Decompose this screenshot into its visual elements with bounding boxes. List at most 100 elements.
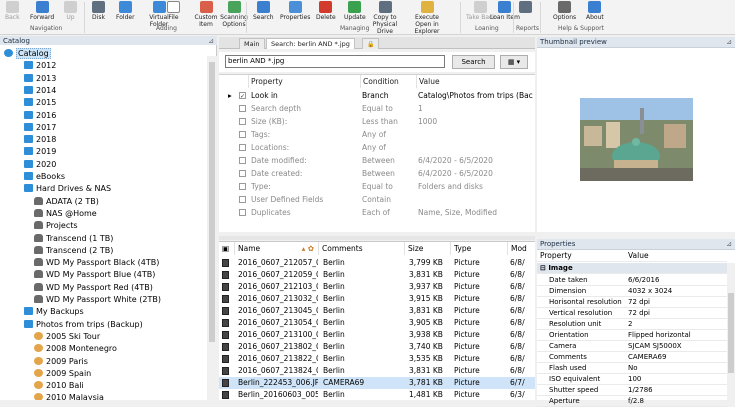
properties-scrollbar[interactable] [727,263,735,400]
property-row[interactable]: Comments CAMERA69 [537,352,727,363]
properties-scroll-thumb[interactable] [728,293,734,373]
property-row[interactable]: Resolution unit 2 [537,319,727,330]
tree-item[interactable]: 2016 [24,110,56,122]
tree-item[interactable]: My Backups [24,306,84,318]
criteria-value[interactable]: 1000 [418,115,533,128]
tree-item[interactable]: 2012 [24,60,56,72]
file-header-comments[interactable]: Comments [319,242,405,255]
table-row[interactable]: 2016_0607_212057_00... Berlin 3,799 KB Pict… [219,257,535,269]
tree-item[interactable]: 2013 [24,73,56,85]
search-input[interactable]: berlin AND *.jpg [225,55,445,68]
criteria-value[interactable]: Folders and disks [418,180,533,193]
file-header-size[interactable]: Size [405,242,451,255]
criteria-header-property[interactable]: Property [249,75,361,88]
table-row[interactable]: 2016_0607_213032_00... Berlin 3,915 KB Pict… [219,293,535,305]
tree-item[interactable]: 2009 Paris [34,356,88,368]
criteria-header-condition[interactable]: Condition [361,75,417,88]
tree-item[interactable]: 2014 [24,85,56,97]
criteria-row[interactable]: Search depth Equal to 1 [219,102,535,115]
criteria-condition[interactable]: Each of [362,206,416,219]
back-button[interactable]: Back [5,1,20,21]
criteria-condition[interactable]: Less than [362,115,416,128]
table-row[interactable]: Berlin_222453_006.JPG CAMERA69 3,781 KB Pic… [219,377,535,389]
execute-explorer-button[interactable]: Execute Open in Explorer [408,1,446,35]
tree-item[interactable]: Projects [34,220,78,232]
property-row[interactable]: Dimension 4032 x 3024 [537,286,727,297]
table-row[interactable]: 2016_0607_212059_00... Berlin 3,831 KB Pict… [219,269,535,281]
criteria-condition[interactable]: Equal to [362,102,416,115]
criteria-header-value[interactable]: Value [417,75,535,88]
criteria-condition[interactable]: Any of [362,128,416,141]
table-row[interactable]: 2016_0607_213802_00... Berlin 3,740 KB Pict… [219,341,535,353]
property-row[interactable]: Vertical resolution 72 dpi [537,308,727,319]
property-row[interactable]: ISO equivalent 100 [537,374,727,385]
copy-physical-button[interactable]: Copy to Physical Drive [366,1,404,35]
criteria-checkbox[interactable] [239,209,246,216]
property-row[interactable]: Camera SJCAM SJ5000X [537,341,727,352]
tree-item[interactable]: Catalog [4,48,51,60]
tree-item[interactable]: ADATA (2 TB) [34,196,99,208]
criteria-row[interactable]: Date created: Between 6/4/2020 - 6/5/2020 [219,167,535,180]
pin-icon[interactable]: ⊿ [726,239,732,250]
tree-item[interactable]: 2020 [24,159,56,171]
tree-item[interactable]: 2017 [24,122,56,134]
options-button[interactable]: Options [553,1,576,21]
tree-item[interactable]: 2018 [24,134,56,146]
criteria-checkbox[interactable] [239,157,246,164]
table-row[interactable]: 2016_0607_213100_00... Berlin 3,938 KB Pict… [219,329,535,341]
new-tab-button[interactable]: 🔒 [362,38,380,49]
catalog-scrollbar[interactable] [207,56,217,400]
criteria-value[interactable]: 6/4/2020 - 6/5/2020 [418,167,533,180]
property-row[interactable]: Orientation Flipped horizontal [537,330,727,341]
criteria-condition[interactable]: Contain [362,193,416,206]
reports-button[interactable] [519,1,532,14]
tree-item[interactable]: 2009 Spain [34,368,91,380]
criteria-value[interactable]: 6/4/2020 - 6/5/2020 [418,154,533,167]
tree-item[interactable]: NAS @Home [34,208,97,220]
table-row[interactable]: 2016_0607_213045_00... Berlin 3,831 KB Pict… [219,305,535,317]
up-button[interactable]: Up [64,1,77,21]
criteria-checkbox[interactable] [239,90,246,103]
criteria-condition[interactable]: Branch [362,89,416,102]
tree-item[interactable]: Transcend (2 TB) [34,245,113,257]
loan-item-button[interactable]: Loan Item [490,1,520,21]
criteria-row[interactable]: Date modified: Between 6/4/2020 - 6/5/2020 [219,154,535,167]
criteria-row[interactable]: Duplicates Each of Name, Size, Modified [219,206,535,219]
disk-button[interactable]: Disk [92,1,105,21]
scanning-options-button[interactable]: Scanning Options [215,1,253,28]
criteria-condition[interactable]: Between [362,154,416,167]
panel-splitter[interactable] [219,236,535,240]
forward-button[interactable]: Forward [30,1,54,21]
file-header-type[interactable]: Type [451,242,508,255]
criteria-condition[interactable]: Between [362,167,416,180]
criteria-checkbox[interactable] [239,105,246,112]
criteria-condition[interactable]: Any of [362,141,416,154]
search-options-dropdown[interactable]: ▦ ▾ [500,55,528,69]
criteria-checkbox[interactable] [239,144,246,151]
criteria-value[interactable]: 1 [418,102,533,115]
tree-item[interactable]: 2019 [24,146,56,158]
catalog-scroll-thumb[interactable] [209,62,215,342]
criteria-condition[interactable]: Equal to [362,180,416,193]
tree-item[interactable]: WD My Passport Black (4TB) [34,257,159,269]
delete-button[interactable]: Delete [316,1,336,21]
about-button[interactable]: About [586,1,604,21]
props-category[interactable]: ⊟ Image [537,263,727,274]
criteria-row[interactable]: Tags: Any of [219,128,535,141]
criteria-checkbox[interactable] [239,183,246,190]
tree-item[interactable]: WD My Passport Blue (4TB) [34,269,155,281]
pin-icon[interactable]: ⊿ [726,37,732,48]
tree-item[interactable]: Photos from trips (Backup) [24,319,143,331]
file-header-name[interactable]: Name ▴ ✿ [235,242,319,255]
criteria-value[interactable]: Catalog\Photos from trips (Bac... [418,89,533,102]
criteria-row[interactable]: Type: Equal to Folders and disks [219,180,535,193]
criteria-checkbox[interactable] [239,131,246,138]
criteria-value[interactable]: Name, Size, Modified [418,206,533,219]
property-row[interactable]: Flash used No [537,363,727,374]
table-row[interactable]: 2016_0607_212103_00... Berlin 3,937 KB Pict… [219,281,535,293]
criteria-row[interactable]: Locations: Any of [219,141,535,154]
photo-thumbnail[interactable] [580,98,693,181]
tree-item[interactable]: Hard Drives & NAS [24,183,111,195]
property-row[interactable]: Horisontal resolution 72 dpi [537,297,727,308]
file-button[interactable]: File [167,1,180,21]
